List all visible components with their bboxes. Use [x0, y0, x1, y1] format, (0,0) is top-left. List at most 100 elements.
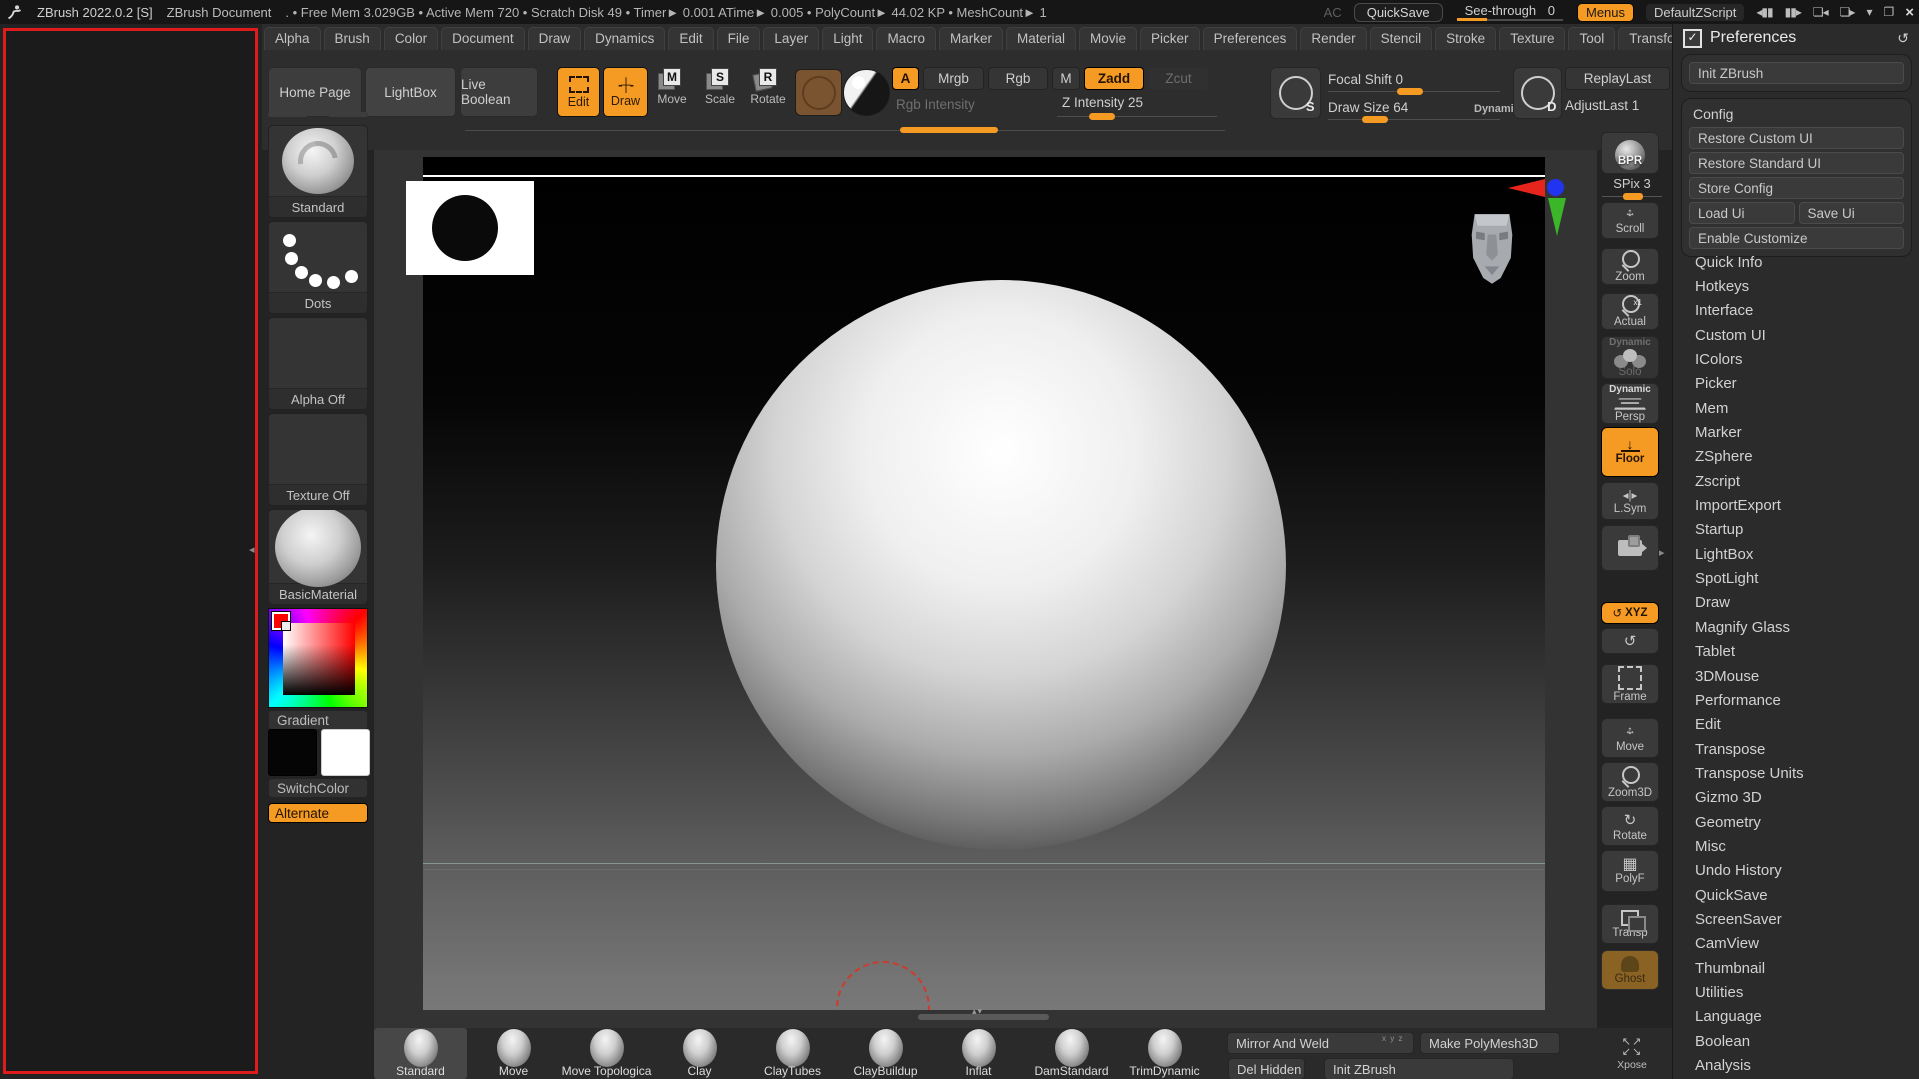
- z-intensity-slider[interactable]: Z Intensity 25: [1062, 95, 1143, 110]
- brush-tile-trimdynamic[interactable]: TrimDynamic: [1118, 1028, 1211, 1079]
- focal-shift-slider[interactable]: Focal Shift 0: [1328, 72, 1403, 87]
- menu-item[interactable]: Dynamics: [584, 27, 665, 50]
- replay-last-button[interactable]: ReplayLast: [1565, 67, 1670, 90]
- preferences-item[interactable]: Edit: [1673, 713, 1919, 737]
- current-material-tile[interactable]: BasicMaterial: [268, 509, 368, 605]
- brush-tile-inflat[interactable]: Inflat: [932, 1028, 1025, 1079]
- menu-item[interactable]: Texture: [1499, 27, 1565, 50]
- menu-item[interactable]: Material: [1006, 27, 1076, 50]
- z-intensity-track[interactable]: [1057, 116, 1217, 117]
- preferences-item[interactable]: SpotLight: [1673, 566, 1919, 590]
- draw-mode-button[interactable]: -┼- Draw: [603, 67, 648, 117]
- menu-item[interactable]: Macro: [876, 27, 936, 50]
- lightbox-button[interactable]: LightBox: [365, 67, 456, 117]
- restore-custom-ui-button[interactable]: Restore Custom UI: [1689, 127, 1904, 149]
- preferences-item[interactable]: Interface: [1673, 299, 1919, 323]
- preferences-item[interactable]: Zscript: [1673, 469, 1919, 493]
- preferences-item[interactable]: Startup: [1673, 518, 1919, 542]
- preferences-item[interactable]: Tablet: [1673, 640, 1919, 664]
- frame-button[interactable]: Frame: [1601, 664, 1659, 704]
- preferences-item[interactable]: Transpose Units: [1673, 761, 1919, 785]
- preferences-item[interactable]: Boolean: [1673, 1029, 1919, 1053]
- switch-color-button[interactable]: SwitchColor: [268, 778, 368, 798]
- preferences-item[interactable]: CamView: [1673, 932, 1919, 956]
- current-brush-tile[interactable]: Standard: [268, 125, 368, 218]
- dynamic-solo-button[interactable]: Dynamic Solo: [1601, 336, 1659, 379]
- menu-item[interactable]: Movie: [1079, 27, 1137, 50]
- xpose-button[interactable]: ↖↗ ↙↘ Xpose: [1609, 1030, 1655, 1077]
- menu-item[interactable]: Tool: [1568, 27, 1615, 50]
- menus-button[interactable]: Menus: [1577, 3, 1634, 22]
- menu-item[interactable]: Brush: [324, 27, 381, 50]
- local-symmetry-button[interactable]: ◂|▸ L.Sym: [1601, 482, 1659, 520]
- zoom-button[interactable]: Zoom: [1601, 248, 1659, 285]
- menu-item[interactable]: Layer: [763, 27, 819, 50]
- collapse-left-tray-icon[interactable]: ◂▮▮: [1756, 5, 1772, 19]
- color-picker[interactable]: [268, 608, 368, 708]
- focal-shift-handle[interactable]: [1397, 88, 1423, 95]
- preferences-item[interactable]: Quick Info: [1673, 250, 1919, 274]
- draw-size-slider[interactable]: Draw Size 64: [1328, 100, 1408, 115]
- z-axis-dot-icon[interactable]: [1547, 179, 1564, 196]
- close-icon[interactable]: ×: [1905, 4, 1913, 21]
- spix-slider[interactable]: SPix 3: [1597, 176, 1667, 191]
- rotate-mode-button[interactable]: R Rotate: [748, 70, 788, 106]
- store-config-button[interactable]: Store Config: [1689, 177, 1904, 199]
- brush-tile-move-topologica[interactable]: Move Topologica: [560, 1028, 653, 1079]
- preferences-item[interactable]: Thumbnail: [1673, 956, 1919, 980]
- collapse-right-tray-icon[interactable]: ▮▮▸: [1785, 5, 1801, 19]
- menu-item[interactable]: Picker: [1140, 27, 1200, 50]
- menu-item[interactable]: Preferences: [1203, 27, 1298, 50]
- bpr-render-button[interactable]: BPR: [1601, 132, 1659, 174]
- preferences-item[interactable]: Marker: [1673, 420, 1919, 444]
- window-next-icon[interactable]: ❏▸: [1840, 5, 1855, 19]
- preferences-item[interactable]: LightBox: [1673, 542, 1919, 566]
- menu-item[interactable]: Stroke: [1435, 27, 1496, 50]
- secondary-color-swatch[interactable]: [321, 729, 370, 776]
- menu-item[interactable]: Light: [822, 27, 873, 50]
- brush-tile-clay[interactable]: Clay: [653, 1028, 746, 1079]
- line-fill-button[interactable]: ▦ PolyF: [1601, 850, 1659, 892]
- preferences-item[interactable]: Language: [1673, 1005, 1919, 1029]
- preferences-item[interactable]: ScreenSaver: [1673, 907, 1919, 931]
- menu-item[interactable]: File: [717, 27, 761, 50]
- preferences-item[interactable]: Magnify Glass: [1673, 615, 1919, 639]
- default-zscript-button[interactable]: DefaultZScript: [1646, 4, 1744, 21]
- shelf-scrollbar-handle[interactable]: [900, 127, 998, 133]
- rgb-intensity-slider[interactable]: Rgb Intensity: [896, 97, 975, 112]
- alternate-button[interactable]: Alternate: [268, 803, 368, 823]
- transparency-button[interactable]: Transp: [1601, 904, 1659, 944]
- preferences-item[interactable]: Gizmo 3D: [1673, 786, 1919, 810]
- menu-item[interactable]: Color: [384, 27, 438, 50]
- edit-mode-button[interactable]: Edit: [557, 67, 600, 117]
- preferences-item[interactable]: 3DMouse: [1673, 664, 1919, 688]
- stroke-curve-button[interactable]: S: [1270, 67, 1321, 119]
- left-tray-collapse-icon[interactable]: ◂: [249, 543, 255, 556]
- zoom3d-button[interactable]: Zoom3D: [1601, 762, 1659, 802]
- quicksave-button[interactable]: QuickSave: [1354, 3, 1443, 22]
- live-boolean-button[interactable]: Live Boolean: [460, 67, 538, 117]
- preferences-item[interactable]: Undo History: [1673, 859, 1919, 883]
- window-prev-icon[interactable]: ❏◂: [1813, 5, 1828, 19]
- xyz-symmetry-button[interactable]: ↺ XYZ: [1601, 602, 1659, 624]
- current-material-preview[interactable]: [843, 69, 890, 116]
- preferences-item[interactable]: Transpose: [1673, 737, 1919, 761]
- menu-item[interactable]: Alpha: [264, 27, 321, 50]
- rotate-3d-button[interactable]: ↻ Rotate: [1601, 806, 1659, 846]
- draw-size-track[interactable]: [1328, 119, 1500, 120]
- canvas-scroll-arrows-icon[interactable]: ▴▾: [972, 1006, 983, 1017]
- ghost-button[interactable]: Ghost: [1601, 950, 1659, 990]
- preferences-item[interactable]: IColors: [1673, 347, 1919, 371]
- sphere-model[interactable]: [716, 280, 1286, 850]
- current-stroke-tile[interactable]: Dots: [268, 221, 368, 314]
- minimize-icon[interactable]: ▾: [1866, 5, 1871, 19]
- x-axis-arrow-icon[interactable]: [1508, 179, 1545, 197]
- preferences-item[interactable]: Hotkeys: [1673, 274, 1919, 298]
- menu-item[interactable]: Render: [1300, 27, 1366, 50]
- gradient-button[interactable]: Gradient: [268, 710, 368, 730]
- move-3d-button[interactable]: ↔↕ Move: [1601, 718, 1659, 758]
- zcut-button[interactable]: Zcut: [1148, 67, 1209, 90]
- canvas-hscrollbar-handle[interactable]: [918, 1014, 1049, 1020]
- preferences-item[interactable]: Performance: [1673, 688, 1919, 712]
- move-mode-button[interactable]: M Move: [652, 70, 692, 106]
